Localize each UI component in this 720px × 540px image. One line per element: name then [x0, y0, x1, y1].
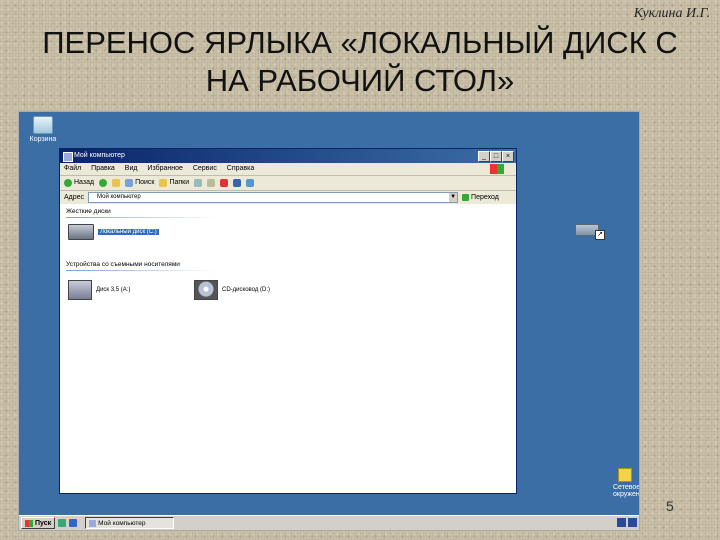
minimize-button[interactable]: _	[478, 151, 490, 162]
copy-to-button[interactable]	[207, 179, 216, 187]
delete-button[interactable]	[220, 179, 229, 187]
menu-help[interactable]: Справка	[227, 165, 254, 172]
section-divider	[66, 270, 216, 271]
section-divider	[66, 217, 216, 218]
slide-title: ПЕРЕНОС ЯРЛЫКА «ЛОКАЛЬНЫЙ ДИСК С НА РАБО…	[30, 24, 690, 100]
menu-view[interactable]: Вид	[125, 165, 138, 172]
maximize-button[interactable]: □	[490, 151, 502, 162]
back-arrow-icon	[64, 179, 72, 187]
move-to-button[interactable]	[194, 179, 203, 187]
author-name: Куклина И.Г.	[633, 6, 710, 21]
drive-floppy-a[interactable]: Диск 3,5 (A:)	[68, 280, 130, 300]
window-title: Мой компьютер	[74, 152, 125, 159]
forward-arrow-icon	[99, 179, 108, 187]
start-label: Пуск	[35, 519, 52, 527]
file-list-pane: Жесткие диски Локальный диск (C:) Устрой…	[60, 204, 516, 493]
computer-icon	[63, 152, 73, 162]
address-value: Мой компьютер	[97, 194, 141, 200]
tray-icon[interactable]	[628, 518, 637, 527]
slide-title-line-1: ПЕРЕНОС ЯРЛЫКА «ЛОКАЛЬНЫЙ ДИСК С	[42, 25, 678, 60]
tray-icon[interactable]	[617, 518, 626, 527]
my-computer-window: Мой компьютер _ □ × Файл Правка Вид Избр…	[59, 148, 517, 494]
start-button[interactable]: Пуск	[21, 517, 56, 529]
back-button[interactable]: Назад	[64, 176, 94, 190]
section-title: Устройства со съемными носителями	[66, 261, 180, 268]
taskbar-button-my-computer[interactable]: Мой компьютер	[85, 517, 175, 529]
folders-icon	[159, 179, 168, 187]
windows-logo-icon	[490, 164, 504, 174]
section-hard-disks: Жесткие диски	[66, 208, 216, 218]
forward-button[interactable]	[99, 179, 108, 187]
go-arrow-icon	[462, 194, 470, 201]
window-titlebar[interactable]: Мой компьютер _ □ ×	[60, 149, 516, 163]
copy-icon	[207, 179, 216, 187]
menu-favorites[interactable]: Избранное	[147, 165, 182, 172]
chevron-down-icon[interactable]: ▼	[449, 193, 458, 202]
search-icon	[125, 179, 134, 187]
drive-label: Локальный диск (C:)	[98, 229, 159, 235]
page-number: 5	[666, 498, 674, 514]
floppy-drive-icon	[68, 280, 92, 300]
up-button[interactable]	[112, 179, 121, 187]
shortcut-arrow-icon: ↗	[595, 230, 605, 240]
desktop-icon-label: Сетевое окружение	[613, 484, 640, 498]
windows-logo-icon	[25, 519, 33, 527]
section-title: Жесткие диски	[66, 208, 111, 215]
drive-cd-d[interactable]: CD-дисковод (D:)	[194, 280, 270, 300]
desktop-icon-network[interactable]: Сетевое окружение	[613, 468, 640, 498]
network-icon	[618, 468, 632, 482]
quicklaunch-desktop-icon[interactable]	[58, 519, 67, 527]
taskbar: Пуск Мой компьютер	[19, 515, 639, 530]
views-button[interactable]	[246, 179, 255, 187]
folder-up-icon	[112, 179, 121, 187]
address-bar: Адрес Мой компьютер ▼ Переход	[60, 191, 516, 205]
close-button[interactable]: ×	[502, 151, 514, 162]
drive-label: Диск 3,5 (A:)	[96, 287, 131, 293]
delete-icon	[220, 179, 229, 187]
section-removable: Устройства со съемными носителями	[66, 261, 216, 271]
search-label: Поиск	[135, 179, 155, 186]
views-icon	[246, 179, 255, 187]
desktop-shortcut-local-disk[interactable]: ↗	[575, 218, 605, 240]
go-label: Переход	[471, 194, 499, 201]
address-input[interactable]: Мой компьютер ▼	[88, 192, 459, 203]
drive-local-c[interactable]: Локальный диск (C:)	[68, 224, 159, 240]
back-label: Назад	[74, 179, 95, 186]
desktop-screenshot: Корзина ↗ Сетевое окружение Мой компьюте…	[18, 111, 640, 531]
desktop-icon-recycle-bin[interactable]: Корзина	[23, 116, 63, 143]
cd-drive-icon	[194, 280, 218, 300]
desktop-icon-label: Корзина	[29, 136, 57, 143]
menu-edit[interactable]: Правка	[91, 165, 115, 172]
toolbar: Назад Поиск Папки	[60, 176, 516, 191]
drive-label: CD-дисковод (D:)	[222, 287, 271, 293]
search-button[interactable]: Поиск	[125, 176, 154, 190]
system-tray	[617, 518, 637, 527]
menu-file[interactable]: Файл	[64, 165, 81, 172]
recycle-bin-icon	[33, 116, 53, 134]
undo-button[interactable]	[233, 179, 242, 187]
folders-button[interactable]: Папки	[159, 176, 189, 190]
hard-drive-icon	[68, 224, 94, 240]
go-button[interactable]: Переход	[462, 194, 499, 201]
menu-bar: Файл Правка Вид Избранное Сервис Справка	[60, 163, 516, 176]
undo-icon	[233, 179, 242, 187]
taskbar-button-label: Мой компьютер	[98, 519, 146, 527]
move-icon	[194, 179, 203, 187]
folders-label: Папки	[169, 179, 190, 186]
menu-tools[interactable]: Сервис	[193, 165, 217, 172]
computer-icon	[89, 519, 97, 527]
address-label: Адрес	[64, 194, 85, 201]
slide-title-line-2: НА РАБОЧИЙ СТОЛ»	[205, 63, 515, 98]
quicklaunch-browser-icon[interactable]	[69, 519, 78, 527]
